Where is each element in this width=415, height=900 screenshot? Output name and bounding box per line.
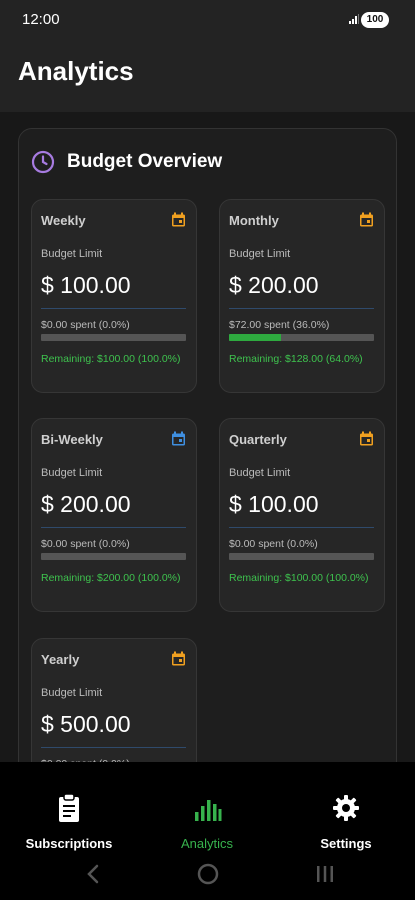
nav-label-subscriptions: Subscriptions xyxy=(25,836,113,851)
budget-limit-value: $ 500.00 xyxy=(41,711,131,737)
card-divider xyxy=(229,308,374,309)
nav-item-analytics[interactable]: Analytics xyxy=(138,792,276,851)
remaining-text: Remaining: $100.00 (100.0%) xyxy=(41,353,181,365)
budget-progress-fill xyxy=(229,334,282,341)
card-divider xyxy=(229,527,374,528)
card-title: Quarterly xyxy=(229,432,287,447)
spent-text: $72.00 spent (36.0%) xyxy=(229,319,330,331)
nav-label-settings: Settings xyxy=(320,836,372,851)
budget-limit-value: $ 100.00 xyxy=(229,491,319,517)
budget-limit-label: Budget Limit xyxy=(229,248,291,260)
gear-icon xyxy=(333,795,359,821)
budget-card-weekly[interactable]: Weekly Budget Limit $ 100.00 $0.00 spent (0… xyxy=(31,199,197,393)
budget-limit-value: $ 200.00 xyxy=(229,272,319,298)
budget-card-yearly[interactable]: YearlyBudget Limit$ 500.00$0.00 spent (0… xyxy=(31,638,197,762)
card-title: Bi-Weekly xyxy=(41,432,103,447)
card-header: Monthly xyxy=(229,212,374,230)
status-time: 12:00 xyxy=(22,11,60,28)
spent-text: $0.00 spent (0.0%) xyxy=(41,538,130,550)
budget-limit-value: $ 200.00 xyxy=(41,491,131,517)
card-divider xyxy=(41,527,186,528)
calendar-icon xyxy=(172,651,185,666)
overview-title: Budget Overview xyxy=(67,151,223,172)
budget-limit-label: Budget Limit xyxy=(41,467,103,479)
battery-indicator: 100 xyxy=(361,12,389,28)
content-scroll[interactable]: Budget Overview Weekly Budget Limit $ 100.… xyxy=(0,112,415,762)
card-title: Yearly xyxy=(41,652,80,667)
clipboard-icon xyxy=(59,793,79,822)
budget-progress-bar xyxy=(41,553,186,560)
budget-progress-bar xyxy=(229,553,374,560)
bottom-navigation: Subscriptions Analytics Settings xyxy=(0,762,415,900)
system-navigation-bar xyxy=(0,858,415,890)
card-divider xyxy=(41,308,186,309)
nav-item-subscriptions[interactable]: Subscriptions xyxy=(0,792,138,851)
budget-overview-panel: Budget Overview Weekly Budget Limit $ 100.… xyxy=(18,128,397,762)
signal-icon xyxy=(349,14,359,24)
overview-header: Budget Overview xyxy=(31,149,222,175)
bar-chart-icon xyxy=(195,800,222,821)
card-header: Weekly xyxy=(41,212,186,230)
home-icon[interactable] xyxy=(196,862,220,886)
back-icon[interactable] xyxy=(82,862,106,886)
card-title: Weekly xyxy=(41,213,86,228)
remaining-text: Remaining: $100.00 (100.0%) xyxy=(229,572,369,584)
budget-card-monthly[interactable]: Monthly Budget Limit $ 200.00 $72.00 spent … xyxy=(219,199,385,393)
spent-text: $0.00 spent (0.0%) xyxy=(229,538,318,550)
budget-limit-label: Budget Limit xyxy=(229,467,291,479)
budget-progress-bar xyxy=(41,334,186,341)
calendar-icon xyxy=(172,431,185,446)
budget-limit-value: $ 100.00 xyxy=(41,272,131,298)
spent-text: $0.00 spent (0.0%) xyxy=(41,319,130,331)
remaining-text: Remaining: $128.00 (64.0%) xyxy=(229,353,363,365)
budget-limit-label: Budget Limit xyxy=(41,248,103,260)
card-header: Quarterly xyxy=(229,431,374,449)
status-bar: 12:00 100 xyxy=(0,0,415,40)
budget-card-quarterly[interactable]: Quarterly Budget Limit $ 100.00 $0.00 spent… xyxy=(219,418,385,612)
card-divider xyxy=(41,747,186,748)
calendar-icon xyxy=(360,431,373,446)
budget-card-bi-weekly[interactable]: Bi-Weekly Budget Limit $ 200.00 $0.00 spent… xyxy=(31,418,197,612)
app-header: Analytics xyxy=(0,40,415,112)
page-title: Analytics xyxy=(18,56,134,86)
card-title: Monthly xyxy=(229,213,279,228)
clock-icon xyxy=(31,150,55,174)
card-header: Bi-Weekly xyxy=(41,431,186,449)
nav-item-settings[interactable]: Settings xyxy=(277,792,415,851)
budget-progress-bar xyxy=(229,334,374,341)
calendar-icon xyxy=(360,212,373,227)
remaining-text: Remaining: $200.00 (100.0%) xyxy=(41,572,181,584)
recents-icon[interactable] xyxy=(313,862,337,886)
calendar-icon xyxy=(172,212,185,227)
card-header: Yearly xyxy=(41,651,186,669)
budget-limit-label: Budget Limit xyxy=(41,687,103,699)
nav-label-analytics: Analytics xyxy=(180,836,234,851)
